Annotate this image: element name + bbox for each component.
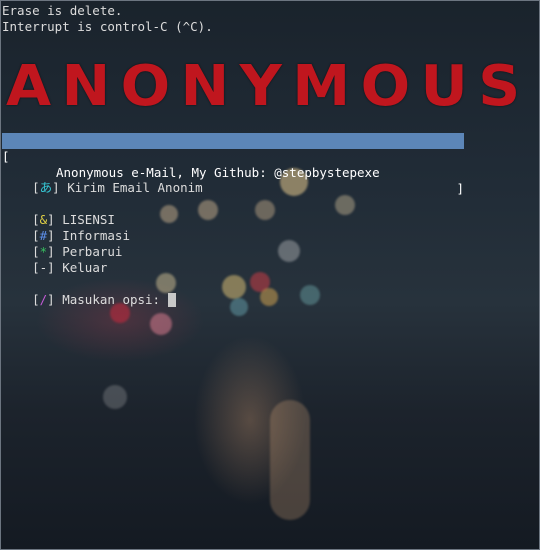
bokeh-light [160,205,178,223]
title-bar: [ Anonymous e-Mail, My Github: @stepbyst… [2,133,464,196]
bokeh-light [270,400,310,520]
title-bar-right-bracket: ] [456,181,464,196]
menu-label: Keluar [62,260,108,275]
prompt-label: Masukan opsi: [62,292,161,307]
bokeh-light [300,285,320,305]
bokeh-light [150,313,172,335]
menu-item-update[interactable]: [*] Perbarui [2,228,122,259]
bokeh-light [260,288,278,306]
bokeh-light [222,275,246,299]
bokeh-light [103,385,127,409]
bokeh-light [335,195,355,215]
menu-item-exit[interactable]: [-] Keluar [2,244,107,275]
option-prompt[interactable]: [/] Masukan opsi: [2,276,176,307]
text-cursor [167,293,176,307]
menu-key: あ [39,180,53,195]
title-bar-left-bracket: [ [2,149,10,164]
anonymous-banner: ANONYMOUS [6,54,531,119]
menu-item-license[interactable]: [&] LISENSI [2,196,115,227]
title-bar-text: Anonymous e-Mail, My Github: @stepbystep… [56,165,380,180]
terminal-info-line: Erase is delete. [2,3,123,18]
terminal-info-line: Interrupt is control-C (^C). [2,19,213,34]
bokeh-light [278,240,300,262]
bokeh-light [255,200,275,220]
menu-label: Kirim Email Anonim [67,180,203,195]
bokeh-light [230,298,248,316]
menu-item-information[interactable]: [#] Informasi [2,212,130,243]
bokeh-light [198,200,218,220]
